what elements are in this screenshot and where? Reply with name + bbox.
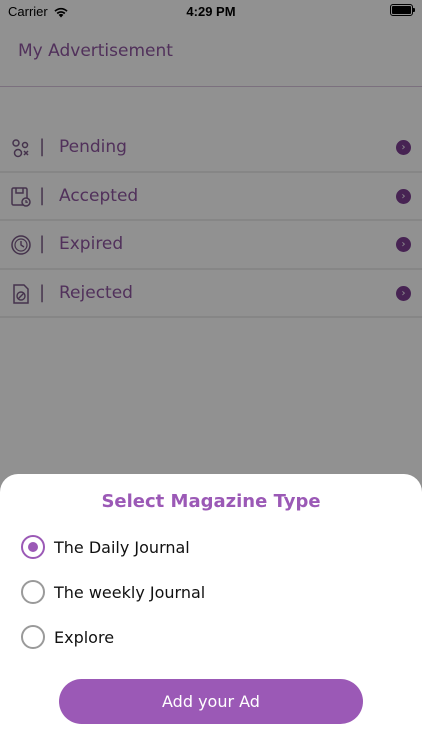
radio-selected-icon[interactable]: [21, 535, 45, 559]
option-label: Explore: [54, 627, 115, 647]
option-label: The weekly Journal: [54, 582, 206, 602]
option-label: The Daily Journal: [54, 537, 190, 557]
option-explore[interactable]: Explore: [21, 624, 401, 650]
magazine-type-sheet: Select Magazine Type The Daily Journal T…: [0, 474, 422, 750]
option-weekly-journal[interactable]: The weekly Journal: [21, 579, 401, 605]
option-daily-journal[interactable]: The Daily Journal: [21, 534, 401, 560]
radio-unselected-icon[interactable]: [21, 580, 45, 604]
add-your-ad-button[interactable]: Add your Ad: [59, 679, 363, 724]
radio-unselected-icon[interactable]: [21, 625, 45, 649]
sheet-title: Select Magazine Type: [101, 491, 321, 512]
